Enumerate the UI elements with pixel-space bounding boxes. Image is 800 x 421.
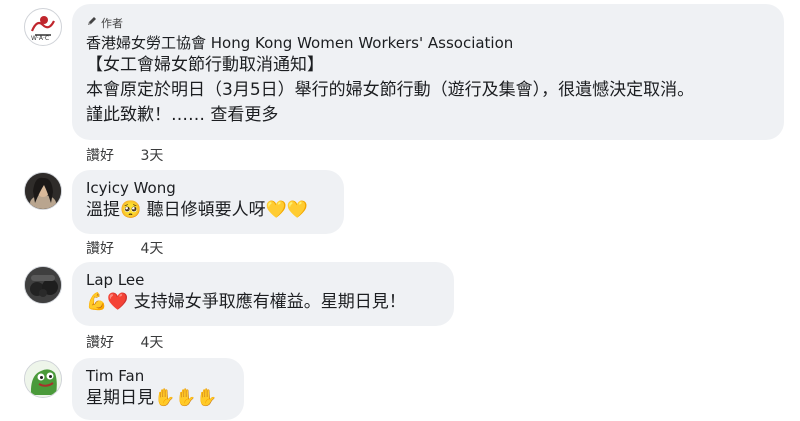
association-logo[interactable]: W·A·C <box>24 8 62 46</box>
comment-bubble: Tim Fan 星期日見✋✋✋ <box>72 358 244 420</box>
author-badge: 作者 <box>86 15 123 31</box>
like-button[interactable]: 讚好 <box>86 148 114 164</box>
comment-bubble: Icyicy Wong 溫提🥺 聽日修頓要人呀💛💛 <box>72 170 344 234</box>
like-button[interactable]: 讚好 <box>86 335 114 351</box>
comment-author[interactable]: Lap Lee <box>86 270 440 290</box>
timestamp[interactable]: 4天 <box>140 335 163 351</box>
comment-text: 💪❤️ 支持婦女爭取應有權益。星期日見！ <box>86 292 406 312</box>
comment-author[interactable]: 香港婦女勞工協會 Hong Kong Women Workers' Associ… <box>86 33 770 53</box>
comment-meta: 讚好 4天 <box>86 238 185 258</box>
comment-line: 【女工會婦女節行動取消通知】 <box>86 54 324 75</box>
comment-bubble: Lap Lee 💪❤️ 支持婦女爭取應有權益。星期日見！ <box>72 262 454 326</box>
see-more-link[interactable]: 查看更多 <box>210 105 278 125</box>
timestamp[interactable]: 3天 <box>140 148 163 164</box>
avatar-tim[interactable] <box>24 360 62 398</box>
avatar-lap[interactable] <box>24 266 62 304</box>
comment-author[interactable]: Tim Fan <box>86 366 230 386</box>
timestamp[interactable]: 4天 <box>140 241 163 257</box>
pencil-icon <box>86 15 98 30</box>
comment-text: 溫提🥺 聽日修頓要人呀💛💛 <box>86 200 308 220</box>
comment-line: 本會原定於明日（3月5日）舉行的婦女節行動（遊行及集會），很遺憾決定取消。 <box>86 79 695 100</box>
like-button[interactable]: 讚好 <box>86 241 114 257</box>
comment-text: 星期日見✋✋✋ <box>86 388 218 408</box>
comment-meta: 讚好 3天 <box>86 145 185 165</box>
svg-text:W·A·C: W·A·C <box>31 35 49 42</box>
comment-bubble: 作者 香港婦女勞工協會 Hong Kong Women Workers' Ass… <box>72 4 784 140</box>
comment-author[interactable]: Icyicy Wong <box>86 178 330 198</box>
comment-meta: 讚好 4天 <box>86 332 185 352</box>
avatar-icyicy[interactable] <box>24 172 62 210</box>
comment-line: 謹此致歉！…… 查看更多 <box>86 104 279 125</box>
